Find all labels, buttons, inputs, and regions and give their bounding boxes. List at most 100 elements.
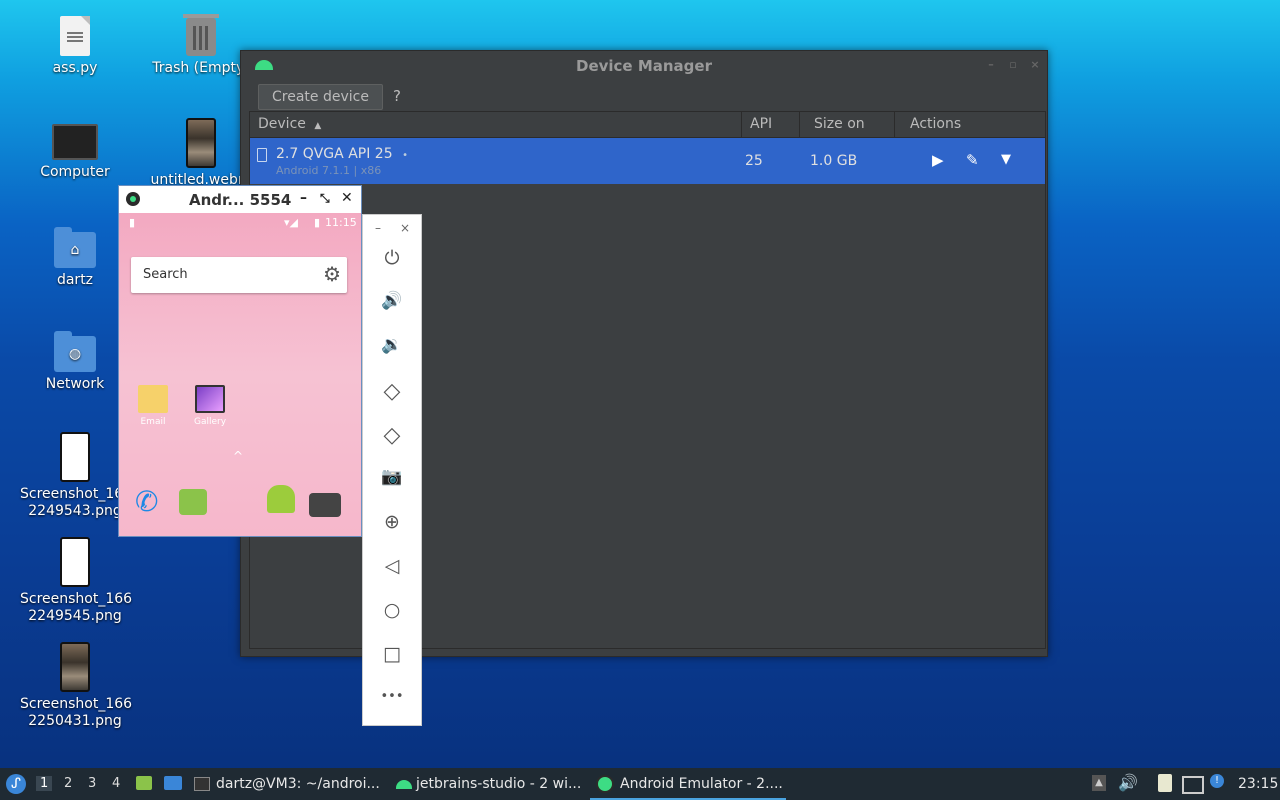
camera-icon[interactable]: 📷 xyxy=(363,467,421,487)
android-status-bar: ▮ ▾◢ ▮ 11:15 xyxy=(119,213,361,233)
minimize-button[interactable]: – xyxy=(300,190,307,206)
device-status-dot: • xyxy=(402,150,408,161)
desktop-icon-label: Screenshot_166 xyxy=(20,486,133,502)
app-email[interactable]: Email xyxy=(128,385,178,427)
workspace-2[interactable]: 2 xyxy=(64,776,72,791)
android-icon xyxy=(396,779,412,789)
desktop-icon-label: 2249543.png xyxy=(28,503,122,519)
device-name: 2.7 QVGA API 25 • xyxy=(276,146,408,162)
rotate-left-icon[interactable]: ◇ xyxy=(363,379,421,404)
tray-arrow-icon[interactable]: ▲ xyxy=(1092,775,1106,791)
desktop-icon-label: ass.py xyxy=(52,60,98,76)
device-subtitle: Android 7.1.1 | x86 xyxy=(276,164,382,177)
task-label: Android Emulator - 2.... xyxy=(620,776,783,792)
desktop-icon-network[interactable]: ◍ Network xyxy=(20,331,130,393)
desktop-icon-label: dartz xyxy=(56,272,94,288)
status-time: 11:15 xyxy=(325,216,357,229)
app-drawer-arrow-icon[interactable]: ^ xyxy=(233,449,243,463)
show-desktop-icon[interactable] xyxy=(164,776,182,790)
emulator-logo-icon xyxy=(596,775,614,793)
start-menu-icon[interactable]: ᔑ xyxy=(6,774,26,794)
minimize-button[interactable]: – xyxy=(985,59,997,71)
column-header-actions: Actions xyxy=(910,116,962,132)
clock[interactable]: 23:15 xyxy=(1238,776,1278,792)
volume-up-icon[interactable]: 🔊 xyxy=(363,291,421,311)
edit-icon[interactable]: ✎ xyxy=(966,151,979,169)
workspace-3[interactable]: 3 xyxy=(88,776,96,791)
app-gallery[interactable]: Gallery xyxy=(185,385,235,427)
task-label: jetbrains-studio - 2 wi... xyxy=(416,776,582,792)
android-market-icon[interactable] xyxy=(267,485,295,513)
python-file-icon xyxy=(60,16,90,56)
close-button[interactable]: ✕ xyxy=(341,190,353,206)
terminal-icon xyxy=(194,777,210,791)
desktop-icon-computer[interactable]: Computer xyxy=(20,124,130,181)
phone-app-icon[interactable]: ✆ xyxy=(135,485,169,519)
home-icon[interactable]: ○ xyxy=(363,599,421,621)
phone-device-icon xyxy=(257,148,267,162)
minimize-button[interactable]: – xyxy=(375,221,381,235)
more-icon[interactable]: ••• xyxy=(363,689,421,704)
desktop-icon-ass-py[interactable]: ass.py xyxy=(20,16,130,77)
column-header-size[interactable]: Size on Disk xyxy=(806,112,895,157)
desktop-icon-screenshot-1[interactable]: Screenshot_166 2249543.png xyxy=(20,432,133,520)
android-screen[interactable]: ▮ ▾◢ ▮ 11:15 Search ⚙ Email Gallery ^ ✆ xyxy=(119,213,361,536)
help-button[interactable]: ? xyxy=(385,84,409,108)
maximize-button[interactable]: ▫ xyxy=(1007,59,1019,71)
window-titlebar[interactable]: Device Manager – ▫ × xyxy=(241,51,1047,81)
column-header-device[interactable]: Device ▲ xyxy=(250,112,742,137)
volume-icon[interactable]: 🔊 xyxy=(1118,773,1138,792)
task-terminal[interactable]: dartz@VM3: ~/androi... xyxy=(194,768,380,798)
android-icon xyxy=(255,60,273,70)
workspace-4[interactable]: 4 xyxy=(112,776,120,791)
gallery-icon xyxy=(195,385,225,413)
toolbar: Create device ? xyxy=(241,81,1047,111)
power-icon[interactable]: ⏻ xyxy=(363,247,421,269)
close-button[interactable]: × xyxy=(400,221,410,235)
search-label: Search xyxy=(143,267,188,282)
desktop-icon-screenshot-3[interactable]: Screenshot_166 2250431.png xyxy=(20,642,132,730)
emulator-title: Andr... 5554 xyxy=(189,191,292,209)
sd-card-icon: ▮ xyxy=(129,216,136,229)
rotate-right-icon[interactable]: ◇ xyxy=(363,423,421,448)
messaging-app-icon[interactable] xyxy=(179,489,207,515)
zoom-icon[interactable]: ⊕ xyxy=(363,511,421,533)
workspace-1[interactable]: 1 xyxy=(36,776,53,791)
device-size: 1.0 GB xyxy=(810,153,858,169)
camera-app-icon[interactable] xyxy=(309,493,341,517)
network-icon[interactable] xyxy=(1182,776,1204,794)
taskbar: ᔑ 1 2 3 4 dartz@VM3: ~/androi... jetbrai… xyxy=(0,768,1280,800)
task-android-studio[interactable]: jetbrains-studio - 2 wi... xyxy=(396,768,581,798)
clipboard-icon[interactable] xyxy=(1158,774,1172,792)
google-search-bar[interactable]: Search ⚙ xyxy=(131,257,347,293)
file-manager-icon[interactable] xyxy=(136,776,152,790)
window-title: Device Manager xyxy=(576,57,712,75)
notification-icon[interactable]: ! xyxy=(1210,774,1224,788)
launch-icon[interactable]: ▶ xyxy=(932,151,944,169)
desktop-icon-label: 2249545.png xyxy=(28,608,122,624)
chevron-down-icon[interactable]: ▼ xyxy=(1001,152,1011,167)
emulator-titlebar[interactable]: Andr... 5554 – ⤡ ✕ xyxy=(119,186,361,213)
create-device-button[interactable]: Create device xyxy=(258,84,383,110)
image-file-icon xyxy=(60,432,90,482)
desktop-icon-label: Network xyxy=(45,376,105,392)
gear-icon[interactable]: ⚙ xyxy=(323,262,341,286)
network-folder-icon: ◍ xyxy=(54,331,96,372)
column-header-api[interactable]: API xyxy=(742,112,800,137)
desktop-icon-screenshot-2[interactable]: Screenshot_166 2249545.png xyxy=(20,537,133,625)
wifi-signal-icon: ▾◢ xyxy=(284,216,298,229)
table-row[interactable]: 2.7 QVGA API 25 • Android 7.1.1 | x86 25… xyxy=(250,138,1045,184)
computer-icon xyxy=(52,124,98,160)
desktop-icon-dartz[interactable]: ⌂ dartz xyxy=(20,227,130,289)
task-android-emulator[interactable]: Android Emulator - 2.... xyxy=(590,768,786,800)
emulator-window: Andr... 5554 – ⤡ ✕ ▮ ▾◢ ▮ 11:15 Search ⚙… xyxy=(118,185,362,537)
image-file-icon xyxy=(60,642,90,692)
overview-icon[interactable]: □ xyxy=(363,643,421,665)
table-header: Device ▲ API Size on Disk Actions xyxy=(250,112,1045,157)
battery-icon: ▮ xyxy=(314,216,321,229)
back-icon[interactable]: ◁ xyxy=(363,555,421,577)
close-button[interactable]: × xyxy=(1029,59,1041,71)
desktop-icon-label: Screenshot_166 xyxy=(20,591,133,607)
restore-button[interactable]: ⤡ xyxy=(320,191,330,206)
volume-down-icon[interactable]: 🔉 xyxy=(363,335,421,355)
